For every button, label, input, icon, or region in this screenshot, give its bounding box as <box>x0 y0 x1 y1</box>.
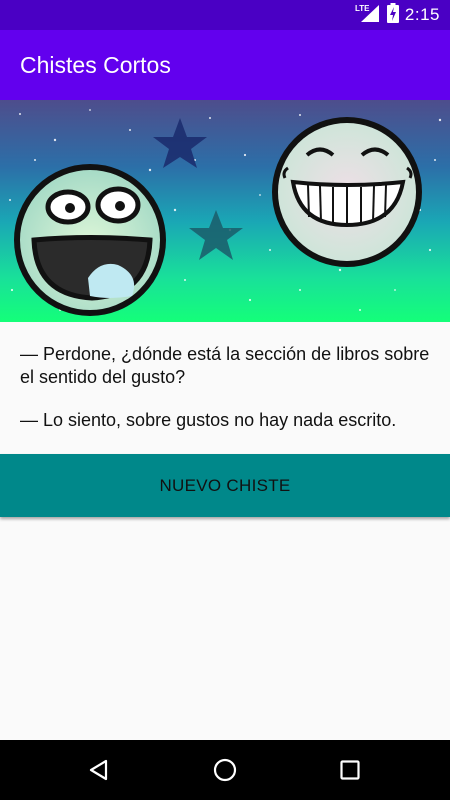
new-joke-button[interactable]: NUEVO CHISTE <box>0 454 450 517</box>
grinning-face-icon <box>272 117 422 267</box>
joke-line-answer: — Lo siento, sobre gustos no hay nada es… <box>20 410 397 430</box>
banner-image <box>0 100 450 322</box>
navigation-bar <box>0 740 450 800</box>
svg-text:LTE: LTE <box>355 4 370 13</box>
recents-icon[interactable] <box>336 756 364 784</box>
app-bar: Chistes Cortos <box>0 30 450 100</box>
status-icons: LTE 2:15 <box>355 2 440 28</box>
laughing-face-icon <box>14 164 166 316</box>
lte-signal-icon: LTE <box>355 3 381 28</box>
home-icon[interactable] <box>211 756 239 784</box>
joke-text: — Perdone, ¿dónde está la sección de lib… <box>20 343 430 452</box>
app-title: Chistes Cortos <box>20 52 171 78</box>
battery-charging-icon <box>386 2 399 28</box>
back-icon[interactable] <box>85 756 113 784</box>
joke-line-question: — Perdone, ¿dónde está la sección de lib… <box>20 344 430 387</box>
clock: 2:15 <box>404 5 440 24</box>
status-bar: LTE 2:15 <box>0 0 450 30</box>
